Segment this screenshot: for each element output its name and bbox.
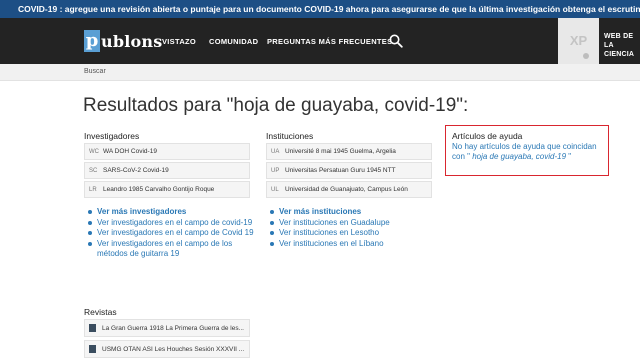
help-heading: Artículos de ayuda	[452, 131, 523, 141]
xp-badge-icon	[583, 53, 589, 59]
journal-icon	[89, 324, 96, 332]
journals-heading: Revistas	[84, 307, 117, 317]
row-abbr: LR	[89, 186, 97, 193]
row-text: La Gran Guerra 1918 La Primera Guerra de…	[102, 324, 244, 332]
list-item[interactable]: LR Leandro 1985 Carvalho Gontijo Roque	[84, 181, 250, 198]
search-icon[interactable]	[389, 34, 403, 48]
row-text: Leandro 1985 Carvalho Gontijo Roque	[103, 186, 215, 193]
institutions-list: UA Université 8 mai 1945 Guelma, Argelia …	[266, 143, 432, 200]
nav-link-comunidad[interactable]: COMUNIDAD	[209, 37, 258, 46]
wos-line: CIENCIA	[604, 51, 635, 58]
row-text: Universitas Persatuan Guru 1945 NTT	[285, 167, 396, 174]
list-item[interactable]: UA Université 8 mai 1945 Guelma, Argelia	[266, 143, 432, 160]
top-nav: p ublons VISTAZO COMUNIDAD PREGUNTAS MÁS…	[0, 18, 640, 64]
journals-list: La Gran Guerra 1918 La Primera Guerra de…	[84, 319, 250, 360]
researchers-heading: Investigadores	[84, 131, 140, 141]
researchers-links: Ver más investigadores Ver investigadore…	[84, 207, 256, 260]
institution-location-link[interactable]: Ver instituciones en el Líbano	[266, 239, 438, 250]
row-abbr: UP	[271, 167, 280, 174]
xp-panel[interactable]: XP	[558, 18, 599, 64]
publons-logo[interactable]: p ublons	[84, 30, 162, 52]
institutions-heading: Instituciones	[266, 131, 314, 141]
covid-banner[interactable]: COVID-19 : agregue una revisión abierta …	[0, 0, 640, 18]
web-of-science-link[interactable]: WEB DE LA CIENCIA	[604, 32, 634, 59]
breadcrumb-bar: Buscar	[0, 64, 640, 81]
row-abbr: WC	[89, 148, 99, 155]
researchers-list: WC WA DOH Covid-19 SC SARS-CoV-2 Covid-19 …	[84, 143, 250, 200]
more-researchers-link[interactable]: Ver más investigadores	[84, 207, 256, 218]
wos-line: WEB DE	[604, 33, 634, 40]
list-item[interactable]: La Gran Guerra 1918 La Primera Guerra de…	[84, 319, 250, 337]
row-abbr: SC	[89, 167, 98, 174]
researcher-field-link[interactable]: Ver investigadores en el campo de Covid …	[84, 228, 256, 239]
help-message: No hay artículos de ayuda que coincidan …	[452, 142, 602, 162]
row-text: WA DOH Covid-19	[103, 148, 157, 155]
nav-link-faq[interactable]: PREGUNTAS MÁS FRECUENTES	[267, 37, 392, 46]
wos-line: LA	[604, 42, 614, 49]
list-item[interactable]: SC SARS-CoV-2 Covid-19	[84, 162, 250, 179]
row-text: USMG OTAN ASI Les Houches Sesión XXXVII …	[102, 345, 245, 353]
nav-link-vistazo[interactable]: VISTAZO	[162, 37, 196, 46]
help-text-suffix: "	[568, 152, 572, 161]
logo-letter: p	[84, 30, 100, 52]
list-item[interactable]: UL Universidad de Guanajuato, Campus León	[266, 181, 432, 198]
list-item[interactable]: UP Universitas Persatuan Guru 1945 NTT	[266, 162, 432, 179]
institutions-links: Ver más instituciones Ver instituciones …	[266, 207, 438, 249]
more-institutions-link[interactable]: Ver más instituciones	[266, 207, 438, 218]
help-articles-box: Artículos de ayuda No hay artículos de a…	[445, 125, 609, 176]
list-item[interactable]: WC WA DOH Covid-19	[84, 143, 250, 160]
institution-location-link[interactable]: Ver instituciones en Guadalupe	[266, 218, 438, 229]
row-text: Universidad de Guanajuato, Campus León	[285, 186, 408, 193]
page-title: Resultados para "hoja de guayaba, covid-…	[83, 95, 469, 116]
list-item[interactable]: USMG OTAN ASI Les Houches Sesión XXXVII …	[84, 340, 250, 358]
row-abbr: UL	[271, 186, 279, 193]
institution-location-link[interactable]: Ver instituciones en Lesotho	[266, 228, 438, 239]
help-query: hoja de guayaba, covid-19	[469, 152, 569, 161]
row-abbr: UA	[271, 148, 280, 155]
breadcrumb[interactable]: Buscar	[84, 68, 106, 75]
researcher-field-link[interactable]: Ver investigadores en el campo de los mé…	[84, 239, 256, 260]
row-text: SARS-CoV-2 Covid-19	[103, 167, 169, 174]
researcher-field-link[interactable]: Ver investigadores en el campo de covid-…	[84, 218, 256, 229]
journal-icon	[89, 345, 96, 353]
row-text: Université 8 mai 1945 Guelma, Argelia	[285, 148, 396, 155]
logo-text: ublons	[101, 31, 163, 51]
